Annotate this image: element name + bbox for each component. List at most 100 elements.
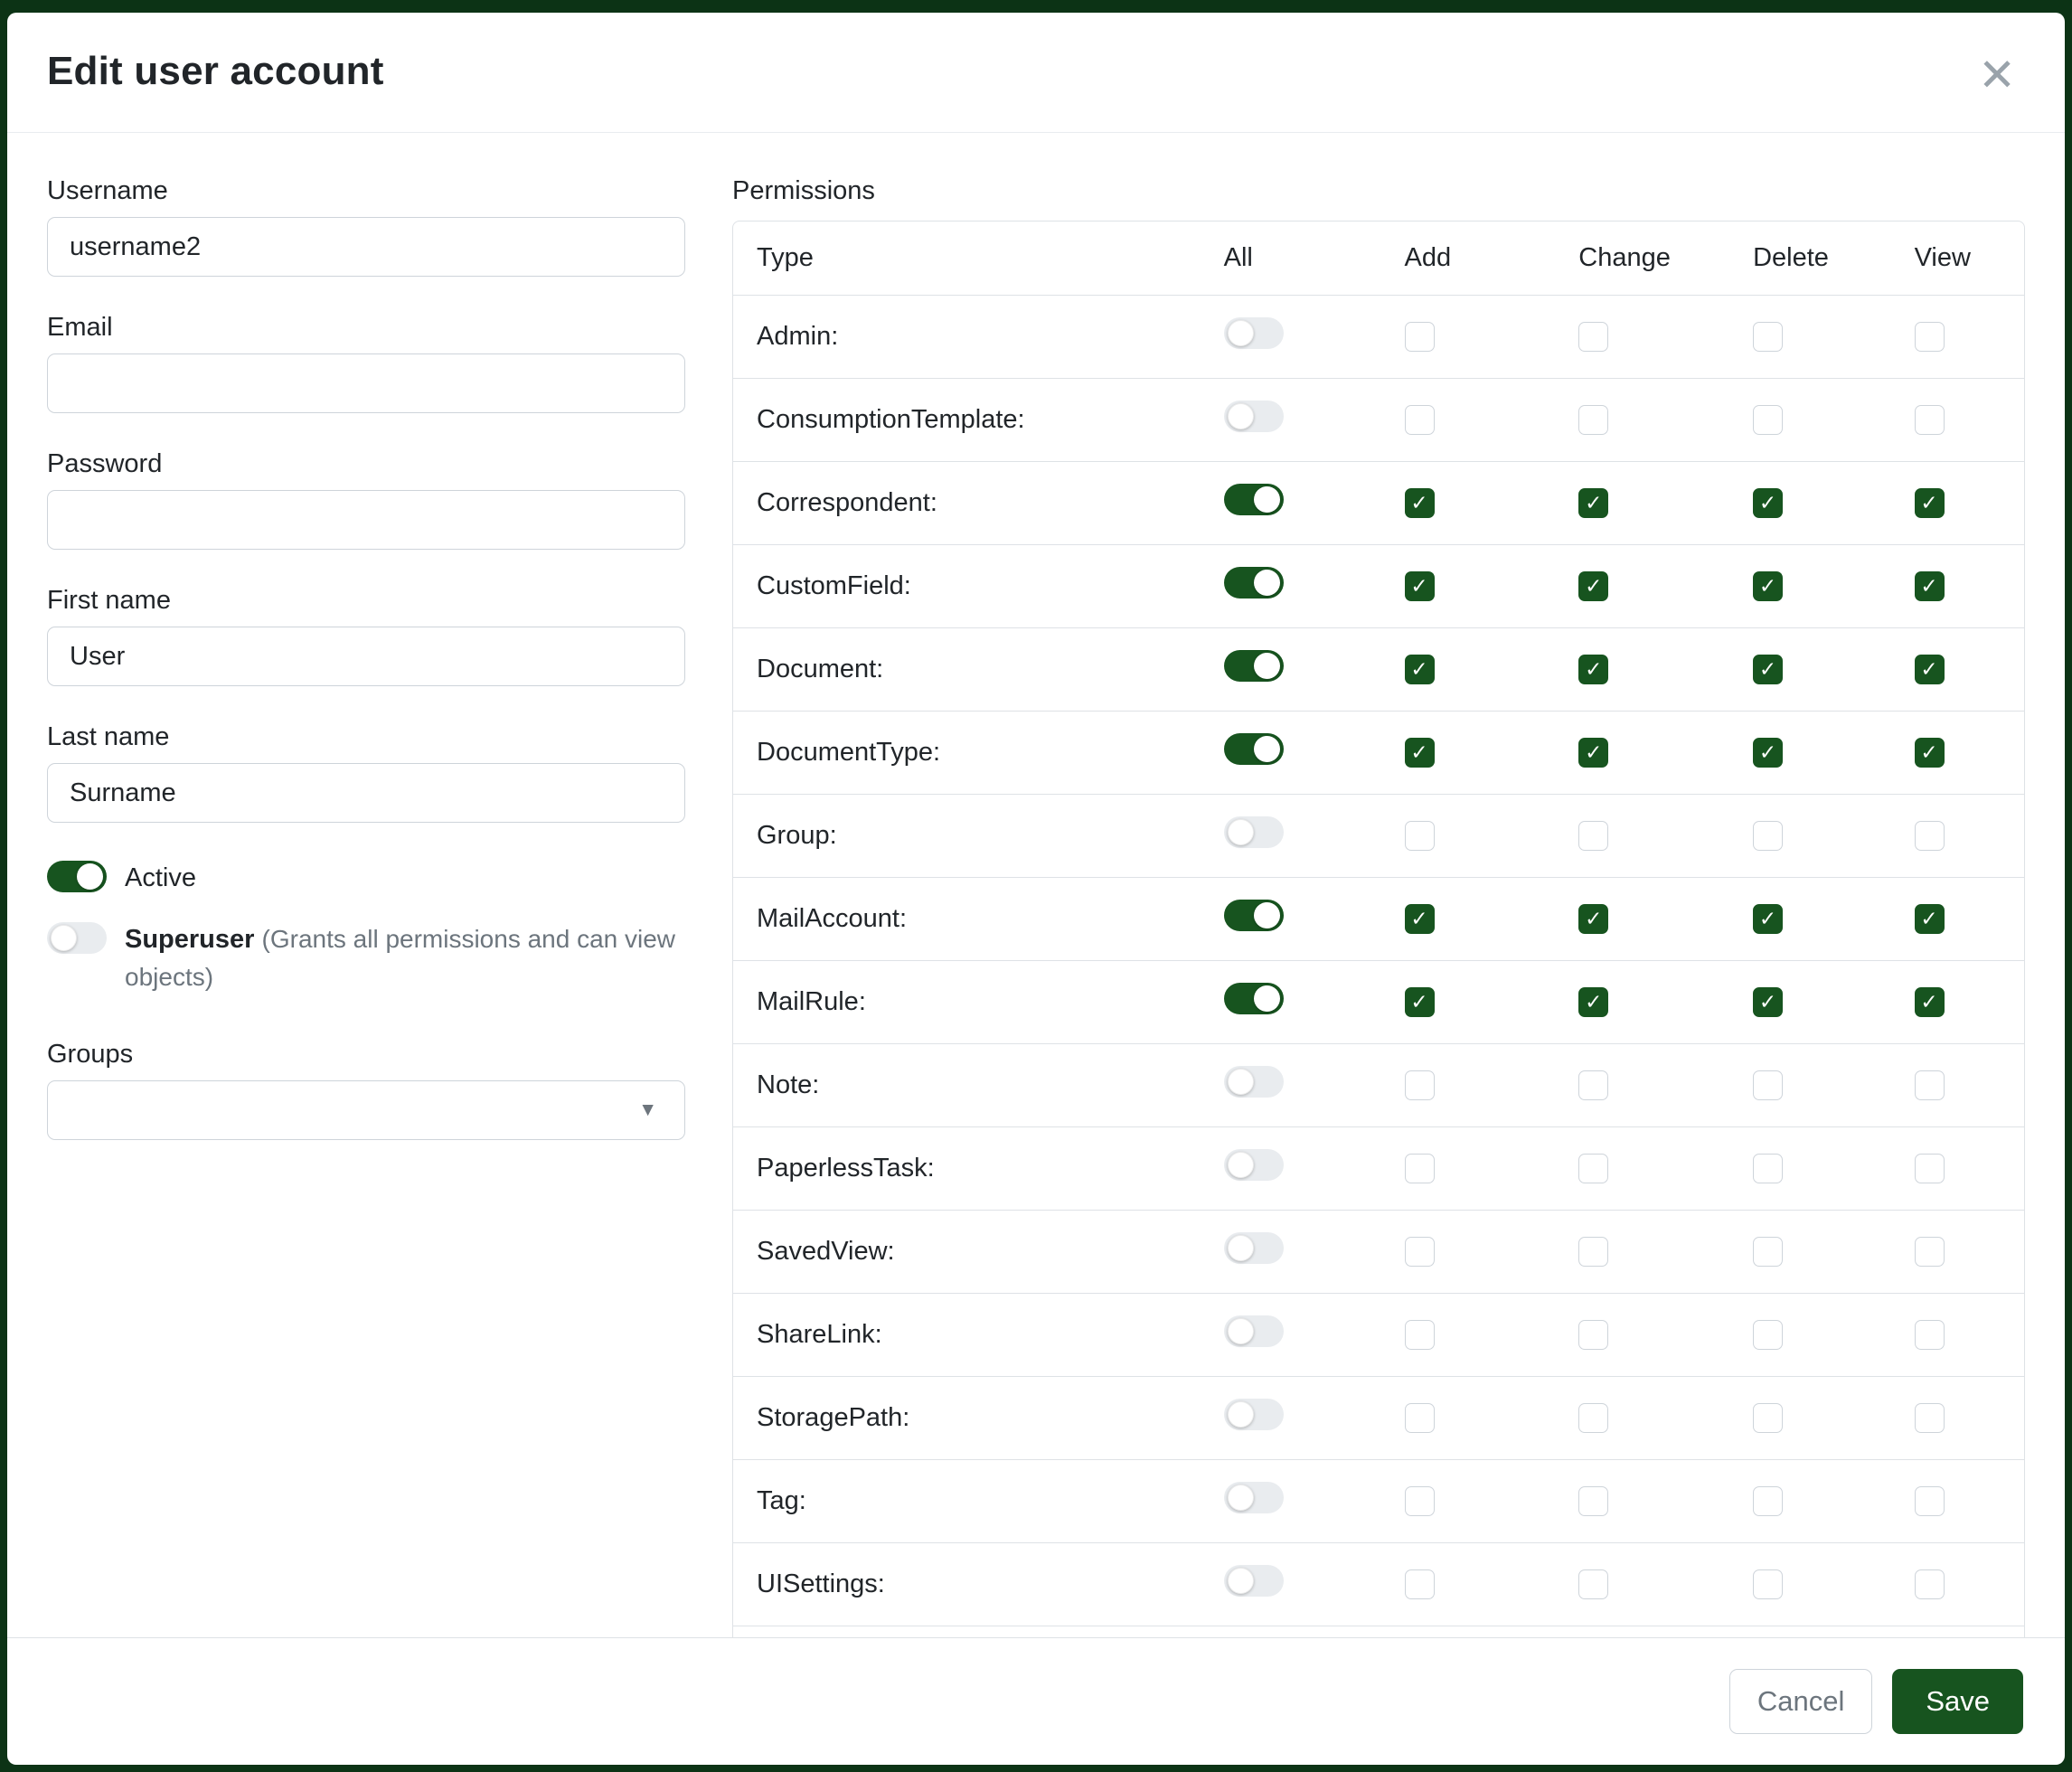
permission-delete-checkbox[interactable]: ✓ [1753,322,1783,352]
permission-all-toggle[interactable] [1224,983,1284,1014]
last-name-input[interactable] [47,763,685,823]
permission-all-toggle[interactable] [1224,567,1284,599]
permission-all-toggle[interactable] [1224,484,1284,515]
permission-all-toggle[interactable] [1224,1399,1284,1430]
permission-all-toggle[interactable] [1224,816,1284,848]
permission-add-checkbox[interactable]: ✓ [1405,904,1435,934]
permission-change-checkbox[interactable]: ✓ [1578,904,1608,934]
permission-add-checkbox[interactable]: ✓ [1405,1070,1435,1100]
permission-delete-checkbox[interactable]: ✓ [1753,1154,1783,1183]
permission-delete-checkbox[interactable]: ✓ [1753,1070,1783,1100]
cancel-button[interactable]: Cancel [1729,1669,1873,1734]
permission-delete-checkbox[interactable]: ✓ [1753,1237,1783,1267]
permission-add-checkbox[interactable]: ✓ [1405,322,1435,352]
permission-add-checkbox[interactable]: ✓ [1405,1569,1435,1599]
password-input[interactable] [47,490,685,550]
permission-change-checkbox[interactable]: ✓ [1578,738,1608,768]
permission-all-toggle[interactable] [1224,1482,1284,1513]
permission-view-checkbox[interactable]: ✓ [1915,738,1945,768]
permission-view-checkbox[interactable]: ✓ [1915,1403,1945,1433]
permission-view-checkbox[interactable]: ✓ [1915,1154,1945,1183]
permission-view-checkbox[interactable]: ✓ [1915,904,1945,934]
permission-add-checkbox[interactable]: ✓ [1405,655,1435,684]
permission-row: Admin:✓✓✓✓ [733,296,2024,379]
permission-delete-checkbox[interactable]: ✓ [1753,904,1783,934]
permission-view-checkbox[interactable]: ✓ [1915,405,1945,435]
permission-change-checkbox[interactable]: ✓ [1578,655,1608,684]
permission-add-checkbox[interactable]: ✓ [1405,1154,1435,1183]
permission-all-toggle[interactable] [1224,733,1284,765]
permission-all-toggle[interactable] [1224,650,1284,682]
permission-all-toggle[interactable] [1224,401,1284,432]
permission-add-checkbox[interactable]: ✓ [1405,405,1435,435]
permission-all-toggle[interactable] [1224,1066,1284,1098]
permission-add-checkbox[interactable]: ✓ [1405,1237,1435,1267]
permission-delete-checkbox[interactable]: ✓ [1753,738,1783,768]
check-icon: ✓ [1759,659,1776,680]
check-icon: ✓ [1759,992,1776,1013]
permission-view-checkbox[interactable]: ✓ [1915,655,1945,684]
permission-delete-checkbox[interactable]: ✓ [1753,655,1783,684]
permission-type-label: User: [733,1626,1224,1637]
chevron-down-icon: ▼ [638,1099,663,1121]
permission-row: Note:✓✓✓✓ [733,1044,2024,1127]
permission-delete-checkbox[interactable]: ✓ [1753,1320,1783,1350]
permission-view-checkbox[interactable]: ✓ [1915,1569,1945,1599]
permission-view-checkbox[interactable]: ✓ [1915,1486,1945,1516]
permission-change-checkbox[interactable]: ✓ [1578,405,1608,435]
permission-change-checkbox[interactable]: ✓ [1578,1070,1608,1100]
permission-change-checkbox[interactable]: ✓ [1578,1403,1608,1433]
permission-delete-checkbox[interactable]: ✓ [1753,987,1783,1017]
permission-add-checkbox[interactable]: ✓ [1405,571,1435,601]
permission-delete-checkbox[interactable]: ✓ [1753,1569,1783,1599]
groups-select[interactable]: ▼ [47,1080,685,1140]
permission-add-checkbox[interactable]: ✓ [1405,1403,1435,1433]
permission-delete-checkbox[interactable]: ✓ [1753,488,1783,518]
email-input[interactable] [47,353,685,413]
permission-add-checkbox[interactable]: ✓ [1405,821,1435,851]
permission-view-checkbox[interactable]: ✓ [1915,322,1945,352]
permission-add-checkbox[interactable]: ✓ [1405,987,1435,1017]
permission-change-checkbox[interactable]: ✓ [1578,1569,1608,1599]
permission-change-checkbox[interactable]: ✓ [1578,571,1608,601]
permission-all-toggle[interactable] [1224,1149,1284,1181]
toggle-knob [1228,1485,1254,1511]
permission-view-checkbox[interactable]: ✓ [1915,1237,1945,1267]
permission-change-checkbox[interactable]: ✓ [1578,1486,1608,1516]
permission-delete-checkbox[interactable]: ✓ [1753,405,1783,435]
save-button[interactable]: Save [1892,1669,2023,1734]
permission-change-checkbox[interactable]: ✓ [1578,1237,1608,1267]
permission-type-label: MailAccount: [733,878,1224,961]
permission-add-checkbox[interactable]: ✓ [1405,738,1435,768]
superuser-toggle[interactable] [47,922,107,954]
permission-add-checkbox[interactable]: ✓ [1405,1486,1435,1516]
permission-view-checkbox[interactable]: ✓ [1915,987,1945,1017]
permission-all-toggle[interactable] [1224,1232,1284,1264]
permission-change-checkbox[interactable]: ✓ [1578,488,1608,518]
permission-all-toggle[interactable] [1224,900,1284,931]
permission-change-checkbox[interactable]: ✓ [1578,322,1608,352]
permission-change-checkbox[interactable]: ✓ [1578,1154,1608,1183]
permission-change-checkbox[interactable]: ✓ [1578,1320,1608,1350]
permission-view-checkbox[interactable]: ✓ [1915,821,1945,851]
permission-type-label: ConsumptionTemplate: [733,379,1224,462]
permission-add-checkbox[interactable]: ✓ [1405,1320,1435,1350]
permission-change-checkbox[interactable]: ✓ [1578,987,1608,1017]
permission-all-toggle[interactable] [1224,317,1284,349]
permission-change-checkbox[interactable]: ✓ [1578,821,1608,851]
permission-view-checkbox[interactable]: ✓ [1915,488,1945,518]
permission-delete-checkbox[interactable]: ✓ [1753,821,1783,851]
permission-view-checkbox[interactable]: ✓ [1915,1320,1945,1350]
username-input[interactable] [47,217,685,277]
permission-delete-checkbox[interactable]: ✓ [1753,1486,1783,1516]
first-name-input[interactable] [47,627,685,686]
close-icon[interactable]: ✕ [1971,49,2023,101]
permission-delete-checkbox[interactable]: ✓ [1753,1403,1783,1433]
permission-view-checkbox[interactable]: ✓ [1915,571,1945,601]
permission-delete-checkbox[interactable]: ✓ [1753,571,1783,601]
permission-all-toggle[interactable] [1224,1315,1284,1347]
active-toggle[interactable] [47,861,107,892]
permission-all-toggle[interactable] [1224,1565,1284,1597]
permission-view-checkbox[interactable]: ✓ [1915,1070,1945,1100]
permission-add-checkbox[interactable]: ✓ [1405,488,1435,518]
